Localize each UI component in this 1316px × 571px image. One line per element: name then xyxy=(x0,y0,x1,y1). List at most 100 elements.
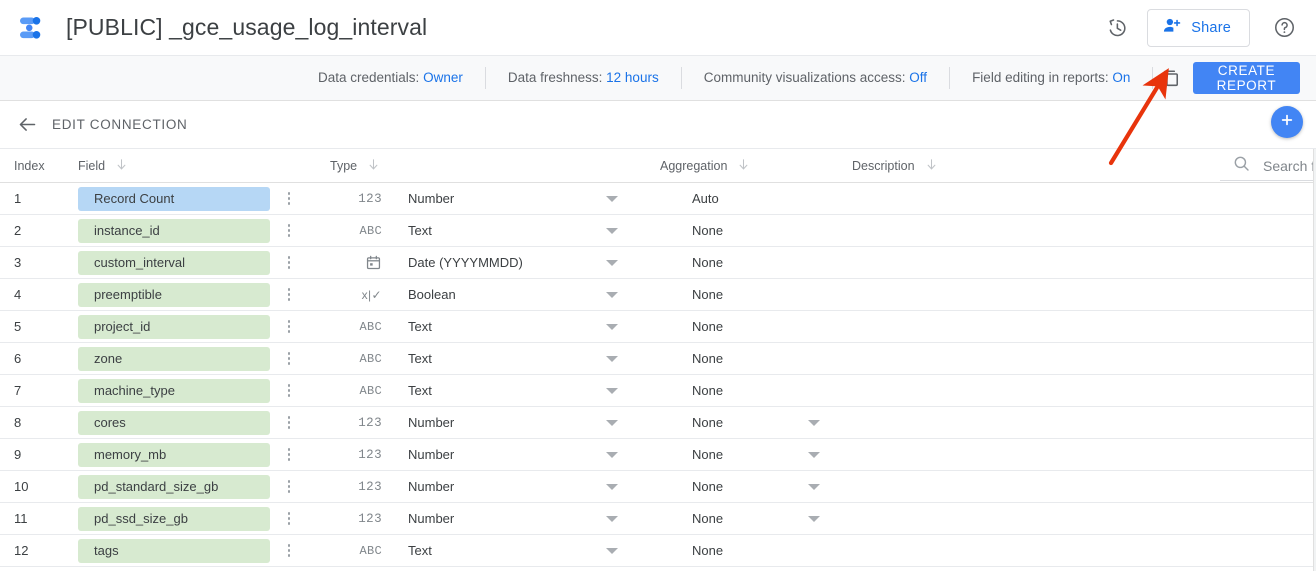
type-dropdown-caret-icon[interactable] xyxy=(606,195,618,202)
table-row[interactable]: 10 pd_standard_size_gb 123 Number None xyxy=(0,471,1316,503)
field-chip[interactable]: tags xyxy=(78,538,270,563)
field-chip[interactable]: machine_type xyxy=(78,378,270,403)
table-row[interactable]: 5 project_id ABC Text None xyxy=(0,311,1316,343)
info-value-field-editing[interactable]: On xyxy=(1112,70,1130,85)
share-button[interactable]: Share xyxy=(1147,8,1250,47)
table-row[interactable]: 2 instance_id ABC Text None xyxy=(0,215,1316,247)
type-dropdown-caret-icon[interactable] xyxy=(606,547,618,554)
type-dropdown-caret-icon[interactable] xyxy=(606,451,618,458)
type-dropdown-caret-icon[interactable] xyxy=(606,227,618,234)
field-options-menu-icon[interactable] xyxy=(282,189,296,209)
aggregation-dropdown-caret-icon[interactable] xyxy=(808,515,820,522)
version-history-icon[interactable] xyxy=(1097,8,1137,48)
field-options-menu-icon[interactable] xyxy=(282,477,296,497)
cell-description[interactable] xyxy=(852,471,1316,502)
number-type-icon: 123 xyxy=(358,511,382,526)
cell-aggregation: Auto xyxy=(660,183,852,214)
table-row[interactable]: 12 tags ABC Text None xyxy=(0,535,1316,567)
cell-description[interactable] xyxy=(852,439,1316,470)
create-report-button[interactable]: CREATE REPORT xyxy=(1192,62,1300,94)
sort-down-arrow-icon[interactable] xyxy=(736,157,751,175)
info-value-data-credentials[interactable]: Owner xyxy=(423,70,463,85)
search-fields-box[interactable] xyxy=(1220,151,1316,181)
info-items: Data credentials: Owner Data freshness: … xyxy=(318,67,1152,89)
field-chip[interactable]: project_id xyxy=(78,314,270,339)
field-chip[interactable]: cores xyxy=(78,410,270,435)
cell-description[interactable] xyxy=(852,535,1316,566)
sort-down-arrow-icon[interactable] xyxy=(114,157,129,175)
field-chip[interactable]: pd_ssd_size_gb xyxy=(78,506,270,531)
table-row[interactable]: 6 zone ABC Text None xyxy=(0,343,1316,375)
cell-description[interactable] xyxy=(852,183,1316,214)
column-header-type[interactable]: Type xyxy=(330,157,660,175)
type-dropdown-caret-icon[interactable] xyxy=(606,323,618,330)
cell-description[interactable] xyxy=(852,247,1316,278)
table-row[interactable]: 9 memory_mb 123 Number None xyxy=(0,439,1316,471)
field-chip[interactable]: Record Count xyxy=(78,186,270,211)
type-dropdown-caret-icon[interactable] xyxy=(606,259,618,266)
table-row[interactable]: 8 cores 123 Number None xyxy=(0,407,1316,439)
aggregation-label: None xyxy=(692,287,724,302)
type-dropdown-caret-icon[interactable] xyxy=(606,387,618,394)
field-chip[interactable]: custom_interval xyxy=(78,250,270,275)
type-dropdown-caret-icon[interactable] xyxy=(606,291,618,298)
column-header-field[interactable]: Field xyxy=(78,157,330,175)
add-field-button[interactable] xyxy=(1271,106,1303,138)
type-dropdown-caret-icon[interactable] xyxy=(606,419,618,426)
field-options-menu-icon[interactable] xyxy=(282,285,296,305)
search-fields-input[interactable] xyxy=(1263,157,1316,174)
table-row[interactable]: 4 preemptible x|✓ Boolean None xyxy=(0,279,1316,311)
column-header-aggregation[interactable]: Aggregation xyxy=(660,157,852,175)
cell-type: ABC Text xyxy=(330,311,660,342)
cell-description[interactable] xyxy=(852,407,1316,438)
field-options-menu-icon[interactable] xyxy=(282,541,296,561)
plus-icon xyxy=(1279,112,1295,133)
sort-down-arrow-icon[interactable] xyxy=(924,157,939,175)
cell-description[interactable] xyxy=(852,375,1316,406)
aggregation-dropdown-caret-icon[interactable] xyxy=(808,419,820,426)
copy-duplicate-icon[interactable] xyxy=(1159,60,1182,96)
field-chip[interactable]: pd_standard_size_gb xyxy=(78,474,270,499)
table-row[interactable]: 7 machine_type ABC Text None xyxy=(0,375,1316,407)
cell-description[interactable] xyxy=(852,503,1316,534)
column-header-description[interactable]: Description xyxy=(852,157,1212,175)
cell-index: 8 xyxy=(14,415,22,430)
field-chip[interactable]: zone xyxy=(78,346,270,371)
field-options-menu-icon[interactable] xyxy=(282,381,296,401)
aggregation-dropdown-caret-icon[interactable] xyxy=(808,483,820,490)
cell-description[interactable] xyxy=(852,343,1316,374)
field-options-menu-icon[interactable] xyxy=(282,253,296,273)
cell-aggregation: None xyxy=(660,503,852,534)
field-chip[interactable]: instance_id xyxy=(78,218,270,243)
cell-aggregation: None xyxy=(660,279,852,310)
cell-index: 10 xyxy=(14,479,29,494)
cell-description[interactable] xyxy=(852,215,1316,246)
column-header-aggregation-label: Aggregation xyxy=(660,158,728,173)
cell-aggregation: None xyxy=(660,247,852,278)
type-dropdown-caret-icon[interactable] xyxy=(606,515,618,522)
type-dropdown-caret-icon[interactable] xyxy=(606,355,618,362)
field-options-menu-icon[interactable] xyxy=(282,221,296,241)
info-value-community-visualizations[interactable]: Off xyxy=(909,70,927,85)
edit-connection-label[interactable]: EDIT CONNECTION xyxy=(52,117,188,132)
column-header-field-label: Field xyxy=(78,158,106,173)
aggregation-dropdown-caret-icon[interactable] xyxy=(808,451,820,458)
field-options-menu-icon[interactable] xyxy=(282,413,296,433)
help-circle-icon[interactable] xyxy=(1264,8,1304,48)
cell-description[interactable] xyxy=(852,279,1316,310)
field-chip[interactable]: preemptible xyxy=(78,282,270,307)
info-value-data-freshness[interactable]: 12 hours xyxy=(606,70,659,85)
field-options-menu-icon[interactable] xyxy=(282,317,296,337)
type-dropdown-caret-icon[interactable] xyxy=(606,483,618,490)
table-row[interactable]: 1 Record Count 123 Number Auto xyxy=(0,183,1316,215)
cell-field: preemptible xyxy=(78,279,330,310)
field-chip[interactable]: memory_mb xyxy=(78,442,270,467)
cell-description[interactable] xyxy=(852,311,1316,342)
arrow-left-icon[interactable] xyxy=(10,108,44,142)
field-options-menu-icon[interactable] xyxy=(282,509,296,529)
table-row[interactable]: 3 custom_interval Date (YYYYMMDD) None xyxy=(0,247,1316,279)
field-options-menu-icon[interactable] xyxy=(282,445,296,465)
table-row[interactable]: 11 pd_ssd_size_gb 123 Number None xyxy=(0,503,1316,535)
sort-down-arrow-icon[interactable] xyxy=(366,157,381,175)
field-options-menu-icon[interactable] xyxy=(282,349,296,369)
